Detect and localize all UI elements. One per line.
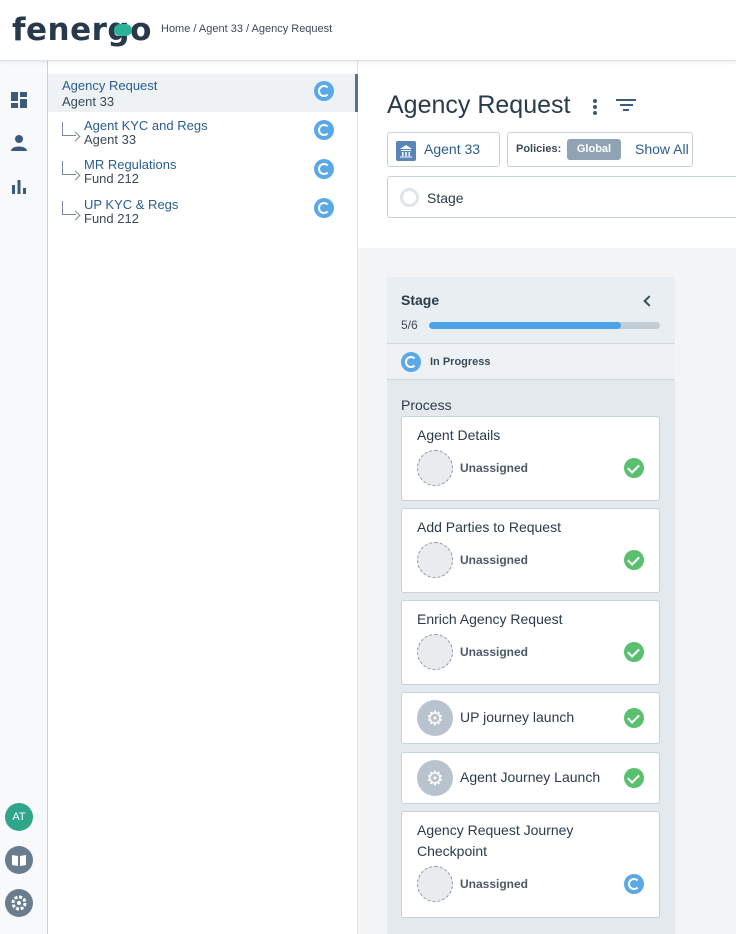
show-all-link[interactable]: Show All xyxy=(635,141,689,157)
case-tree: Agency Request Agent 33 Agent KYC and Re… xyxy=(48,61,358,934)
sub-item-arrow-icon xyxy=(62,201,76,215)
task-card-agent-details[interactable]: Agent Details Unassigned xyxy=(401,416,660,501)
stage-panel-header: Stage 5/6 xyxy=(387,277,675,343)
system-gear-icon: ⚙ xyxy=(417,700,453,736)
complete-check-icon xyxy=(624,642,644,662)
process-label: Process xyxy=(401,397,452,413)
assignee-label: Unassigned xyxy=(460,645,529,659)
breadcrumb[interactable]: Home / Agent 33 / Agency Request xyxy=(161,23,332,35)
entity-chip[interactable]: Agent 33 xyxy=(387,132,500,167)
policy-global-pill[interactable]: Global xyxy=(567,139,621,160)
page-title: Agency Request xyxy=(387,91,571,119)
tree-item-sub: Agent 33 xyxy=(62,94,115,109)
stage-status-text: In Progress xyxy=(430,356,491,368)
stage-status-icon xyxy=(400,188,419,207)
filter-icon[interactable] xyxy=(616,99,636,113)
tree-item-title: UP KYC & Regs xyxy=(84,197,179,212)
tree-item-mr-regulations[interactable]: MR Regulations Fund 212 xyxy=(48,153,358,191)
assignee-label: Unassigned xyxy=(460,877,529,891)
left-nav: AT xyxy=(0,61,48,934)
user-avatar[interactable]: AT xyxy=(5,803,33,831)
in-progress-icon xyxy=(314,198,334,218)
task-card-add-parties[interactable]: Add Parties to Request Unassigned xyxy=(401,508,660,593)
policies-chip: Policies: Global Show All xyxy=(507,132,693,167)
stage-panel: Stage 5/6 In Progress Process Agent Deta… xyxy=(387,277,675,934)
task-title: Enrich Agency Request xyxy=(417,611,563,627)
stage-panel-title: Stage xyxy=(401,292,440,308)
sub-item-arrow-icon xyxy=(62,122,76,136)
policies-label: Policies: xyxy=(516,143,562,155)
more-options-icon[interactable] xyxy=(593,99,597,115)
unassigned-avatar[interactable] xyxy=(417,634,453,670)
tree-item-title: MR Regulations xyxy=(84,157,177,172)
tree-item-up-kyc[interactable]: UP KYC & Regs Fund 212 xyxy=(48,193,358,231)
unassigned-avatar[interactable] xyxy=(417,542,453,578)
task-title: Agent Details xyxy=(417,427,501,443)
page-header: Agency Request Agent 33 Policies: Global… xyxy=(358,61,736,248)
in-progress-icon xyxy=(314,159,334,179)
book-icon[interactable] xyxy=(5,846,33,874)
stage-progress-fill xyxy=(429,322,622,329)
stage-label: Stage xyxy=(427,190,464,206)
in-progress-icon xyxy=(314,120,334,140)
logo-mark xyxy=(114,24,132,36)
task-card-enrich-agency[interactable]: Enrich Agency Request Unassigned xyxy=(401,600,660,685)
top-bar: fenergo Home / Agent 33 / Agency Request xyxy=(0,0,736,61)
sub-item-arrow-icon xyxy=(62,161,76,175)
entity-chip-label: Agent 33 xyxy=(424,141,481,157)
complete-check-icon xyxy=(624,458,644,478)
collapse-chevron-icon[interactable] xyxy=(643,295,655,307)
bar-chart-icon[interactable] xyxy=(10,177,28,195)
system-gear-icon: ⚙ xyxy=(417,760,453,796)
task-card-journey-checkpoint[interactable]: Agency Request Journey Checkpoint Unassi… xyxy=(401,811,660,918)
tree-item-sub: Agent 33 xyxy=(84,132,137,147)
task-card-agent-journey-launch[interactable]: ⚙ Agent Journey Launch xyxy=(401,752,660,804)
stage-progress-text: 5/6 xyxy=(401,318,418,332)
tree-item-title: Agency Request xyxy=(62,78,158,93)
task-title: Agency Request Journey Checkpoint xyxy=(417,822,574,859)
main-content: Agency Request Agent 33 Policies: Global… xyxy=(358,61,736,934)
tree-item-agency-request[interactable]: Agency Request Agent 33 xyxy=(48,74,358,112)
unassigned-avatar[interactable] xyxy=(417,450,453,486)
task-title: Agent Journey Launch xyxy=(460,769,601,785)
in-progress-icon xyxy=(624,874,644,894)
tree-item-title: Agent KYC and Regs xyxy=(84,118,208,133)
unassigned-avatar[interactable] xyxy=(417,866,453,902)
stage-selector[interactable]: Stage xyxy=(387,176,736,218)
complete-check-icon xyxy=(624,708,644,728)
tree-item-sub: Fund 212 xyxy=(84,211,139,226)
tree-item-sub: Fund 212 xyxy=(84,171,139,186)
in-progress-icon xyxy=(314,81,334,101)
task-title: UP journey launch xyxy=(460,709,575,725)
stage-status-row: In Progress xyxy=(387,343,675,380)
task-title: Add Parties to Request xyxy=(417,519,561,535)
task-card-up-journey-launch[interactable]: ⚙ UP journey launch xyxy=(401,692,660,744)
in-progress-icon xyxy=(401,352,421,372)
gear-icon[interactable] xyxy=(5,889,33,917)
bank-icon xyxy=(396,141,416,161)
assignee-label: Unassigned xyxy=(460,461,529,475)
dashboard-icon[interactable] xyxy=(10,91,28,109)
stage-progress-bar xyxy=(429,322,660,329)
person-icon[interactable] xyxy=(10,134,28,152)
complete-check-icon xyxy=(624,768,644,788)
tree-item-agent-kyc[interactable]: Agent KYC and Regs Agent 33 xyxy=(48,114,358,152)
assignee-label: Unassigned xyxy=(460,553,529,567)
complete-check-icon xyxy=(624,550,644,570)
